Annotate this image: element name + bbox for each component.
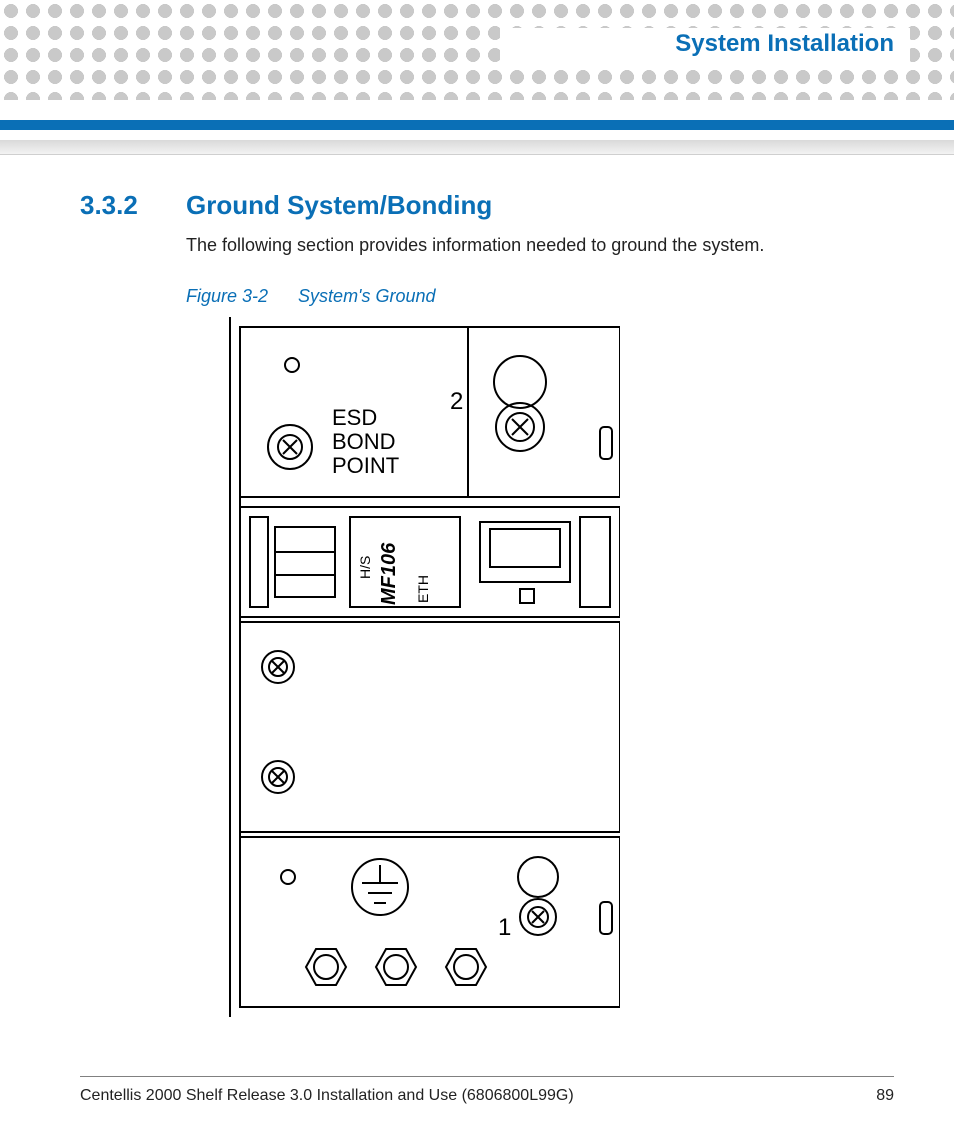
footer-page-number: 89: [876, 1087, 894, 1105]
figure-diagram: ESD BOND POINT 2 MF10: [220, 317, 620, 1017]
system-ground-diagram: ESD BOND POINT 2 MF10: [220, 317, 620, 1017]
bottom-callout-number: 1: [498, 914, 511, 941]
section-number: 3.3.2: [80, 190, 152, 221]
esd-label-line1: ESD: [332, 405, 377, 430]
header-grey-bar: [0, 140, 954, 155]
figure-caption: Figure 3-2 System's Ground: [186, 286, 880, 307]
page-footer: Centellis 2000 Shelf Release 3.0 Install…: [80, 1076, 894, 1105]
figure-label: Figure 3-2: [186, 286, 268, 306]
header-blue-rule: [0, 120, 954, 130]
figure-title: System's Ground: [298, 286, 436, 306]
eth-label: ETH: [415, 575, 431, 603]
esd-label-line3: POINT: [332, 453, 399, 478]
chapter-title: System Installation: [675, 30, 894, 58]
footer-doc-title: Centellis 2000 Shelf Release 3.0 Install…: [80, 1087, 574, 1105]
page-content: 3.3.2 Ground System/Bonding The followin…: [80, 190, 880, 1017]
section-intro-text: The following section provides informati…: [186, 235, 880, 256]
top-callout-number: 2: [450, 388, 463, 415]
hs-label: H/S: [357, 556, 373, 579]
section-title: Ground System/Bonding: [186, 190, 492, 221]
module-label: MF106: [378, 542, 400, 605]
esd-label-line2: BOND: [332, 429, 396, 454]
